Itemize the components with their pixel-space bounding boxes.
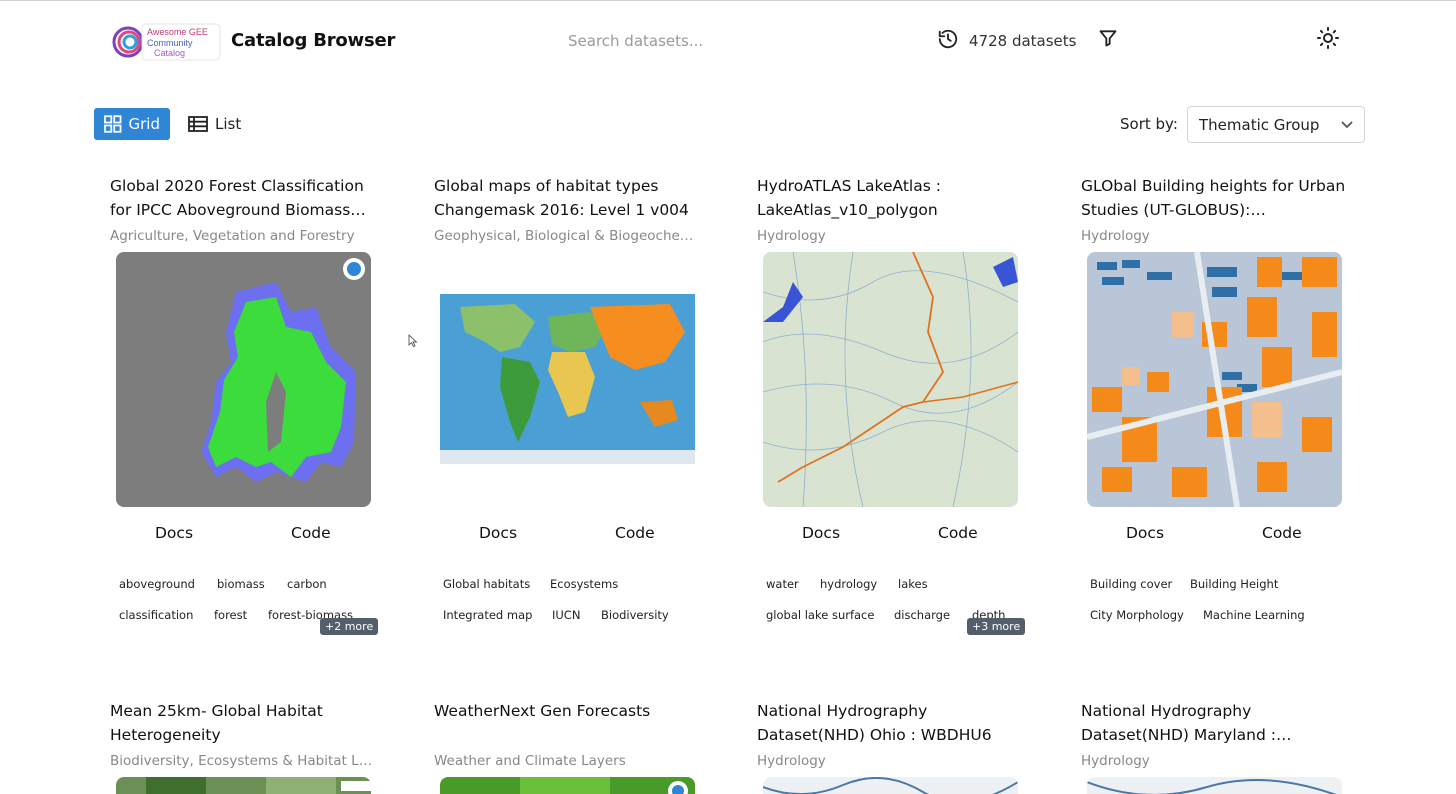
docs-link[interactable]: Docs [802,524,840,542]
tag[interactable]: lakes [898,577,928,591]
card-group: Hydrology [757,228,826,244]
card-group: Hydrology [757,753,826,769]
tag[interactable]: City Morphology [1090,608,1184,622]
logo-line-3: Catalog [154,48,185,58]
dataset-card[interactable]: Global maps of habitat types Changemask … [434,174,734,644]
card-title[interactable]: WeatherNext Gen Forecasts [434,699,702,747]
history-icon[interactable] [937,28,959,50]
sort-select[interactable]: Thematic Group [1187,106,1365,143]
grid-view-button[interactable]: Grid [94,108,170,140]
list-icon [188,116,208,132]
dataset-card[interactable]: Mean 25km- Global Habitat Heterogeneity … [110,699,410,794]
dataset-thumbnail[interactable] [116,252,371,507]
code-link[interactable]: Code [938,524,978,542]
card-group: Geophysical, Biological & Biogeoche… [434,228,694,244]
dataset-thumbnail[interactable] [440,252,695,507]
tag[interactable]: Biodiversity [601,608,669,622]
tag[interactable]: Ecosystems [550,577,618,591]
card-title[interactable]: National Hydrography Dataset(NHD) Maryla… [1081,699,1349,747]
list-view-label: List [215,115,242,133]
more-tags-badge[interactable]: +3 more [967,618,1026,635]
tag[interactable]: IUCN [552,608,580,622]
dataset-thumbnail[interactable] [440,777,695,794]
card-group: Weather and Climate Layers [434,753,626,769]
docs-link[interactable]: Docs [1126,524,1164,542]
dataset-thumbnail[interactable] [763,777,1018,794]
card-group: Biodiversity, Ecosystems & Habitat La… [110,753,378,769]
tag[interactable]: biomass [217,577,265,591]
list-view-button[interactable]: List [178,108,251,140]
code-link[interactable]: Code [615,524,655,542]
sort-label: Sort by: [1120,115,1178,133]
more-tags-badge[interactable]: +2 more [320,618,379,635]
tag[interactable]: hydrology [820,577,877,591]
card-title[interactable]: HydroATLAS LakeAtlas : LakeAtlas_v10_pol… [757,174,1025,222]
card-group: Hydrology [1081,753,1150,769]
dataset-card[interactable]: WeatherNext Gen Forecasts Weather and Cl… [434,699,734,794]
tag[interactable]: Machine Learning [1203,608,1305,622]
tag[interactable]: carbon [287,577,327,591]
card-title[interactable]: Global maps of habitat types Changemask … [434,174,702,222]
dataset-thumbnail[interactable] [763,252,1018,507]
tag[interactable]: aboveground [119,577,195,591]
tag[interactable]: classification [119,608,193,622]
tag[interactable]: Building cover [1090,577,1172,591]
docs-link[interactable]: Docs [155,524,193,542]
dataset-card[interactable]: HydroATLAS LakeAtlas : LakeAtlas_v10_pol… [757,174,1057,644]
card-title[interactable]: GLObal Building heights for Urban Studie… [1081,174,1349,222]
tag[interactable]: Building Height [1190,577,1278,591]
search-input[interactable] [568,29,798,53]
code-link[interactable]: Code [1262,524,1302,542]
dataset-card[interactable]: National Hydrography Dataset(NHD) Maryla… [1081,699,1381,794]
sort-value: Thematic Group [1199,115,1320,134]
logo-line-1: Awesome GEE [147,27,208,37]
tag[interactable]: global lake surface [766,608,874,622]
tag[interactable]: water [766,577,799,591]
app-title: Catalog Browser [231,30,396,51]
sun-icon[interactable] [1316,26,1340,50]
tag[interactable]: Integrated map [443,608,532,622]
card-title[interactable]: Global 2020 Forest Classification for IP… [110,174,378,222]
dataset-thumbnail[interactable] [116,777,371,794]
dataset-card[interactable]: National Hydrography Dataset(NHD) Ohio :… [757,699,1057,794]
code-link[interactable]: Code [291,524,331,542]
dataset-count: 4728 datasets [969,32,1077,50]
filter-icon[interactable] [1098,28,1118,48]
mouse-cursor-icon [408,334,418,348]
card-group: Agriculture, Vegetation and Forestry [110,228,355,244]
dataset-card[interactable]: Global 2020 Forest Classification for IP… [110,174,410,644]
chevron-down-icon [1330,120,1364,130]
grid-view-label: Grid [128,115,160,133]
dataset-thumbnail[interactable] [1087,252,1342,507]
card-title[interactable]: Mean 25km- Global Habitat Heterogeneity [110,699,378,747]
docs-link[interactable]: Docs [479,524,517,542]
catalog-logo[interactable]: Awesome GEE Community Catalog [112,21,222,63]
logo-line-2: Community [147,38,193,48]
dataset-thumbnail[interactable] [1087,777,1342,794]
card-group: Hydrology [1081,228,1150,244]
app-header: Awesome GEE Community Catalog Catalog Br… [0,1,1456,81]
grid-icon [104,115,122,133]
tag[interactable]: Global habitats [443,577,530,591]
card-title[interactable]: National Hydrography Dataset(NHD) Ohio :… [757,699,1025,747]
tag[interactable]: discharge [894,608,950,622]
tag[interactable]: forest [214,608,247,622]
dataset-card[interactable]: GLObal Building heights for Urban Studie… [1081,174,1381,644]
